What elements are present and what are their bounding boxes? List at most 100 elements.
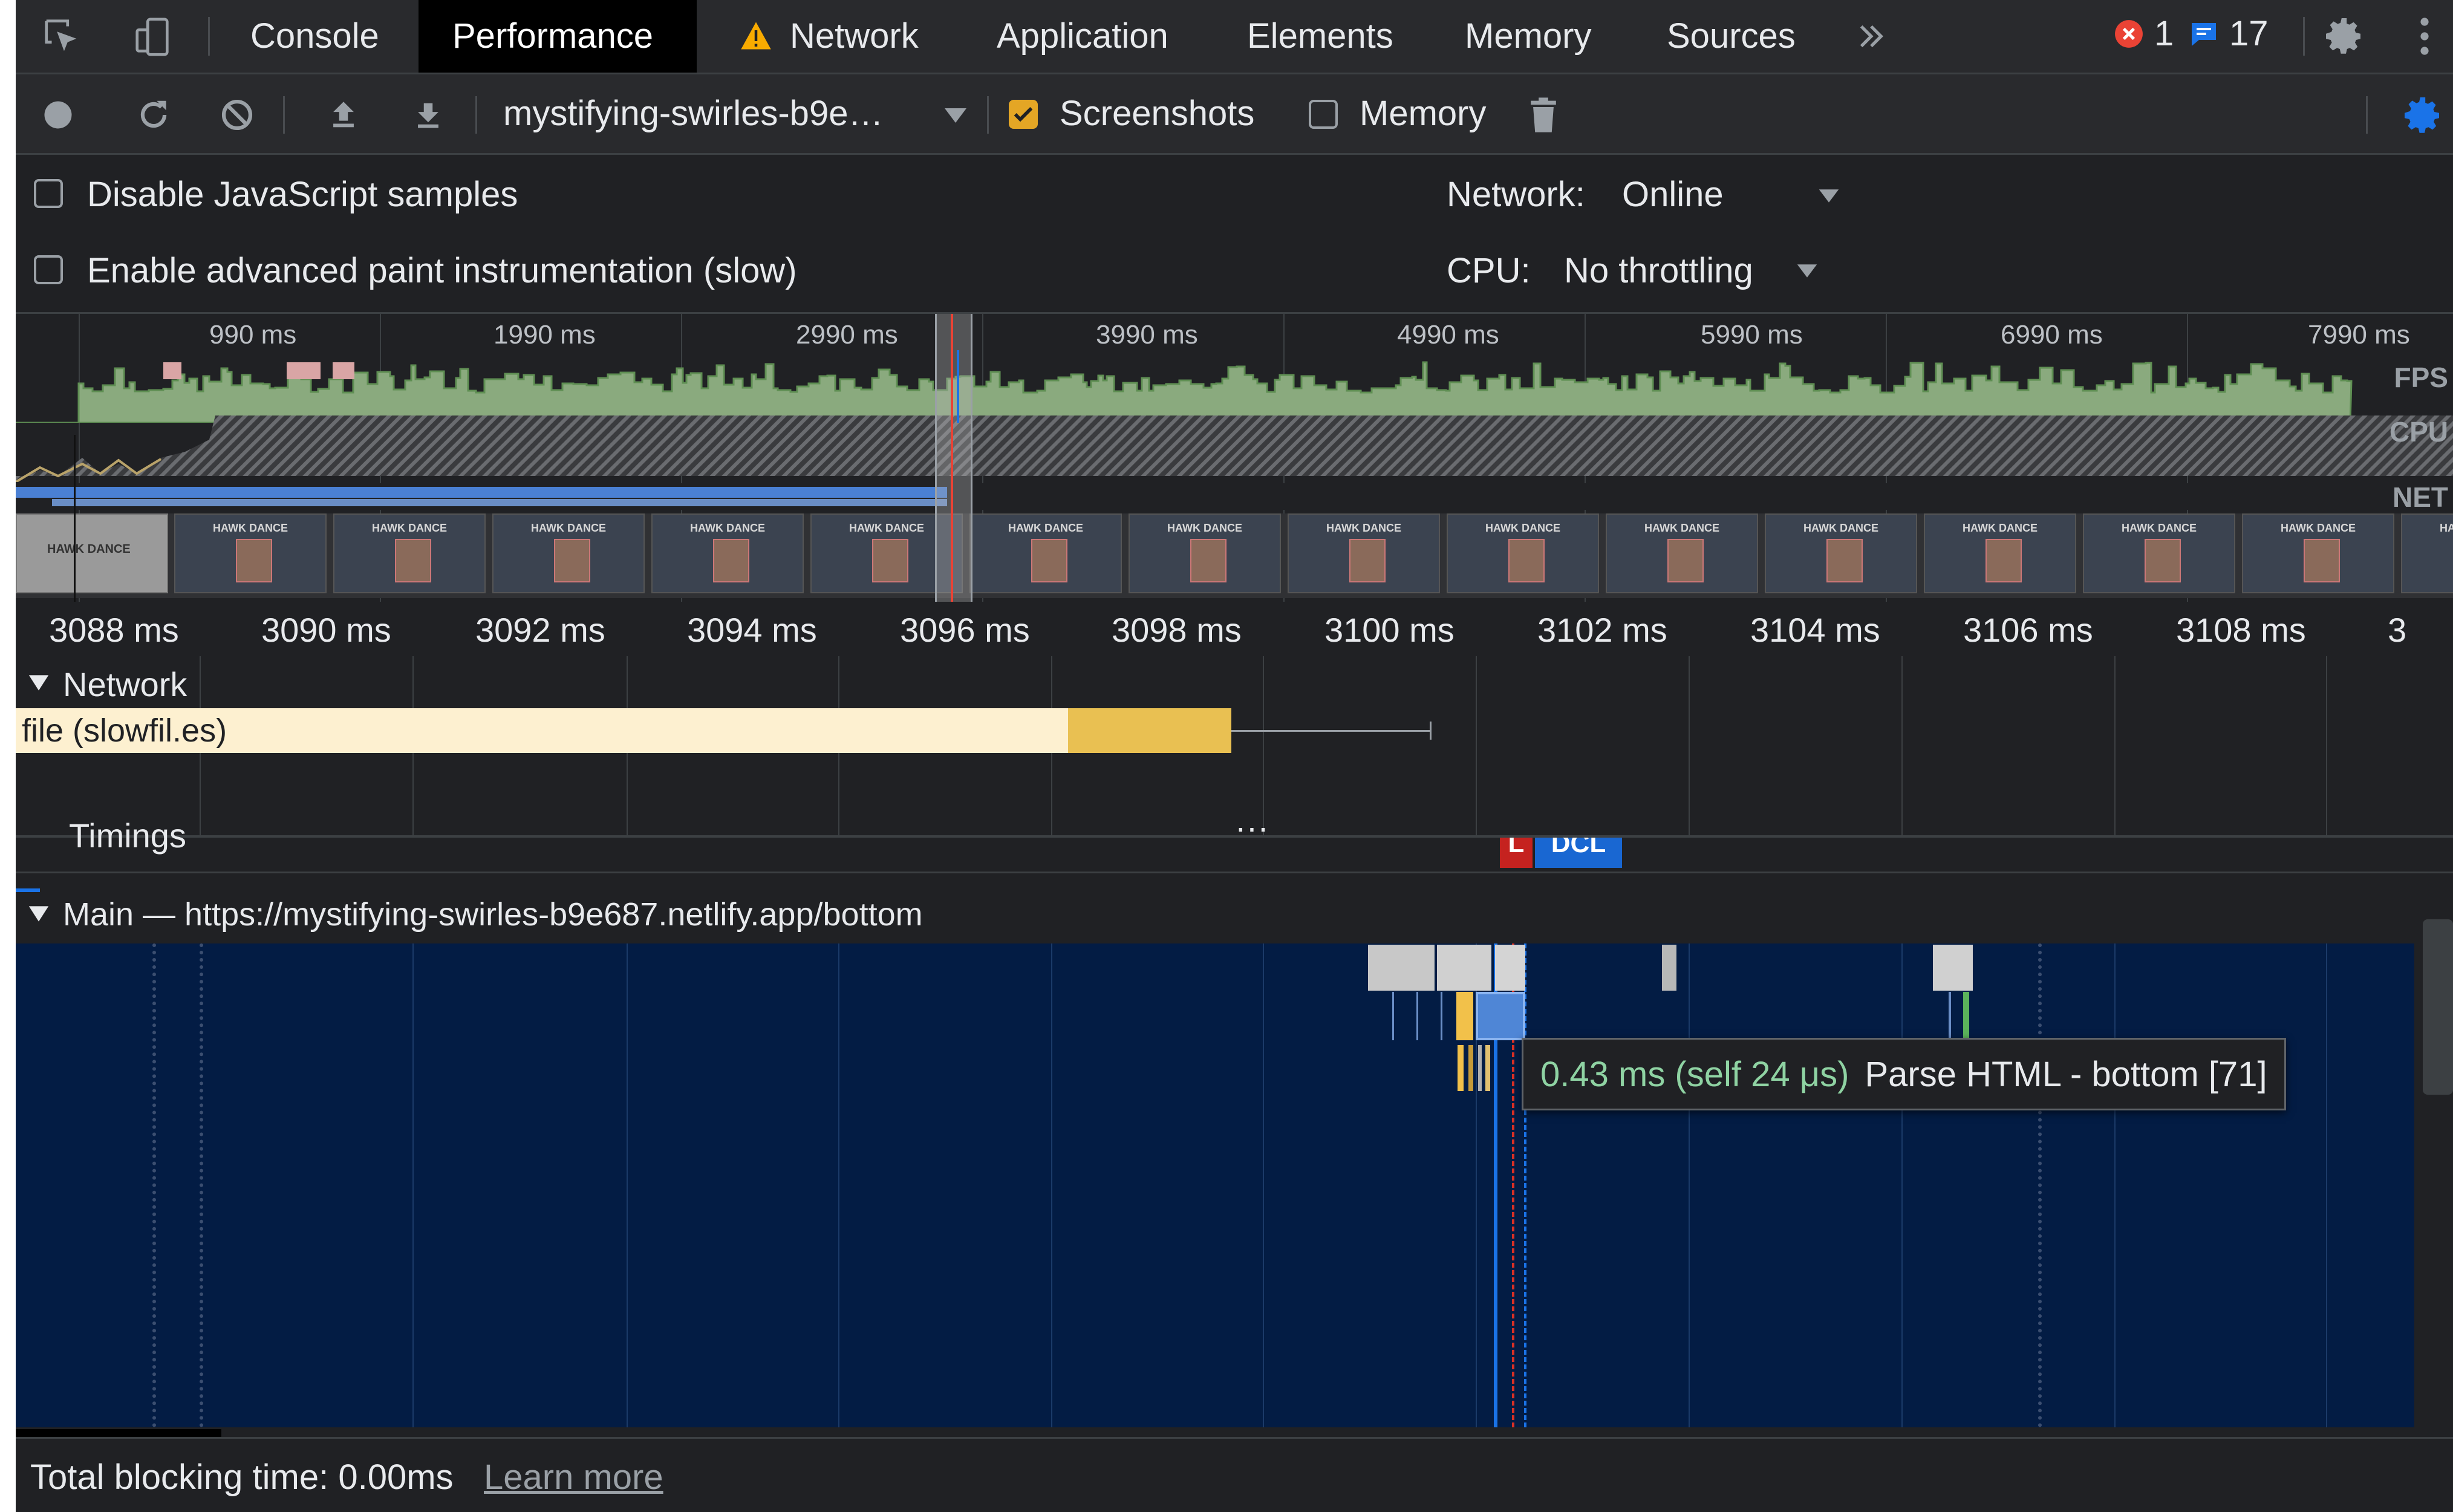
gear-icon[interactable]	[2320, 12, 2368, 60]
screenshot-thumbnail[interactable]: HAWK DANCE	[492, 513, 645, 593]
overview-tick: 7990 ms	[2308, 320, 2410, 350]
tab-console[interactable]: Console	[250, 0, 379, 73]
device-toolbar-icon[interactable]	[129, 13, 177, 60]
double-chevron-right-icon[interactable]	[1851, 17, 1892, 56]
cpu-select-chevron-down-icon[interactable]	[1794, 258, 1820, 284]
dcl-marker	[957, 350, 959, 423]
screenshot-thumbnail[interactable]: HAWK DANCE	[1606, 513, 1758, 593]
parse-html-bar[interactable]	[1476, 992, 1525, 1040]
screenshot-thumbnail[interactable]: HAWK DANCE	[969, 513, 1122, 593]
ruler-tick: 3088 ms	[49, 611, 179, 649]
screenshot-thumbnail-title: HAWK DANCE	[1963, 522, 2038, 534]
kebab-menu-icon[interactable]	[2409, 12, 2440, 60]
ruler-tick: 3100 ms	[1324, 611, 1455, 649]
screenshot-thumbnail[interactable]: HAWK DANCE	[1924, 513, 2076, 593]
ruler-tick: 3098 ms	[1112, 611, 1242, 649]
tooltip-duration: 0.43 ms (self 24 μs)	[1540, 1054, 1849, 1094]
network-select-chevron-down-icon[interactable]	[1816, 183, 1842, 209]
message-count[interactable]: 17	[2229, 0, 2269, 70]
timings-track-header[interactable]: Timings	[69, 816, 186, 855]
flame-chart[interactable]: 0.43 ms (self 24 μs) Parse HTML - bottom…	[16, 943, 2414, 1427]
inspect-element-icon[interactable]	[39, 13, 86, 60]
capture-settings-panel: Disable JavaScript samples Enable advanc…	[16, 155, 2453, 314]
cpu-chart	[16, 415, 2453, 482]
screenshot-thumbnail[interactable]: HAWK DANCE	[174, 513, 327, 593]
dropped-frame-marker	[163, 362, 181, 379]
advanced-paint-checkbox[interactable]	[34, 255, 63, 284]
selection-window[interactable]	[935, 314, 972, 602]
screenshot-thumbnail-title: HAWK DANCE	[213, 522, 288, 534]
screenshot-thumbnail[interactable]: HAWK DANCE	[1288, 513, 1440, 593]
load-event-marker[interactable]: L	[1500, 838, 1533, 868]
trash-icon[interactable]	[1524, 95, 1563, 135]
ruler-tick: 3090 ms	[261, 611, 391, 649]
chevron-down-icon[interactable]	[941, 101, 970, 130]
network-throttle-label: Network:	[1447, 175, 1585, 214]
devtools-window: Console Performance Network Application …	[16, 0, 2453, 1512]
memory-checkbox[interactable]	[1309, 100, 1338, 129]
tab-performance[interactable]: Performance	[419, 0, 697, 73]
capture-settings-gear-icon[interactable]	[2399, 91, 2447, 140]
screenshot-thumbnail[interactable]: HAWK DANCE	[333, 513, 486, 593]
profile-select[interactable]: mystifying-swirles-b9e…	[503, 74, 883, 153]
screenshot-thumbnail-image	[713, 539, 749, 582]
task-block[interactable]	[1662, 945, 1676, 991]
screenshot-thumbnail-image	[872, 539, 908, 582]
check-icon	[1014, 106, 1033, 122]
fps-chart	[16, 361, 2353, 423]
reload-record-icon[interactable]	[134, 96, 173, 134]
screenshot-thumbnail[interactable]: HAWK DANCE	[2083, 513, 2235, 593]
disable-js-samples-checkbox[interactable]	[34, 179, 63, 208]
screenshot-thumbnail-image	[1667, 539, 1704, 582]
screenshot-thumbnail[interactable]: HAWK DANCE	[16, 513, 168, 593]
screenshot-thumbnail-title: HAWK DANCE	[372, 522, 447, 534]
task-block[interactable]	[1933, 945, 1973, 991]
error-icon[interactable]	[2113, 18, 2145, 50]
vertical-scrollbar-thumb[interactable]	[2423, 919, 2453, 1095]
ruler-tick: 3096 ms	[900, 611, 1030, 649]
screenshot-thumbnail[interactable]: HAWK DANCE	[1765, 513, 1917, 593]
cpu-throttle-select[interactable]: No throttling	[1564, 250, 1753, 291]
main-expand-triangle-icon[interactable]	[25, 901, 52, 927]
screenshot-thumbnail-image	[1349, 539, 1386, 582]
network-throttle-select[interactable]: Online	[1622, 174, 1724, 215]
record-button[interactable]	[39, 96, 77, 134]
function-call-bar[interactable]	[1456, 992, 1473, 1040]
upload-icon[interactable]	[324, 96, 363, 134]
task-block[interactable]	[1495, 945, 1525, 991]
ruler-tick: 3102 ms	[1537, 611, 1667, 649]
screenshots-checkbox[interactable]	[1009, 100, 1038, 129]
screenshot-thumbnail[interactable]: HAWK DANCE	[2401, 513, 2453, 593]
network-track-header[interactable]: Network	[63, 665, 187, 704]
advanced-paint-label: Enable advanced paint instrumentation (s…	[87, 251, 797, 290]
tab-sources[interactable]: Sources	[1667, 0, 1796, 73]
net-request-bar	[16, 487, 947, 498]
network-expand-triangle-icon[interactable]	[25, 670, 52, 696]
timeline-overview[interactable]: 990 ms 1990 ms 2990 ms 3990 ms 4990 ms 5…	[16, 314, 2453, 602]
clear-icon[interactable]	[218, 96, 256, 134]
overview-tick: 4990 ms	[1397, 320, 1499, 350]
horizontal-scrollbar-thumb[interactable]	[16, 1429, 221, 1438]
task-block[interactable]	[1437, 945, 1491, 991]
dcl-event-marker[interactable]: DCL	[1535, 838, 1622, 868]
ruler-tick: 3104 ms	[1750, 611, 1880, 649]
learn-more-link[interactable]: Learn more	[484, 1457, 663, 1497]
screenshot-thumbnail[interactable]: HAWK DANCE	[1129, 513, 1281, 593]
tab-application[interactable]: Application	[997, 0, 1168, 73]
task-block[interactable]	[1368, 945, 1435, 991]
screenshot-thumbnail[interactable]: HAWK DANCE	[1447, 513, 1599, 593]
screenshot-thumbnail-title: HAWK DANCE	[2281, 522, 2356, 534]
tab-elements[interactable]: Elements	[1247, 0, 1393, 73]
screenshot-thumbnail-title: HAWK DANCE	[2122, 522, 2197, 534]
error-count[interactable]: 1	[2154, 0, 2174, 70]
message-icon[interactable]	[2188, 18, 2220, 50]
screenshot-thumbnail-image	[1508, 539, 1545, 582]
tab-memory[interactable]: Memory	[1465, 0, 1591, 73]
screenshot-thumbnail-image	[1031, 539, 1067, 582]
download-icon[interactable]	[409, 96, 448, 134]
screenshot-thumbnail[interactable]: HAWK DANCE	[651, 513, 804, 593]
screenshot-thumbnail-image	[1826, 539, 1863, 582]
screenshot-thumbnail[interactable]: HAWK DANCE	[2242, 513, 2394, 593]
tab-network[interactable]: Network	[790, 0, 919, 73]
main-track-header[interactable]: Main — https://mystifying-swirles-b9e687…	[63, 896, 923, 933]
